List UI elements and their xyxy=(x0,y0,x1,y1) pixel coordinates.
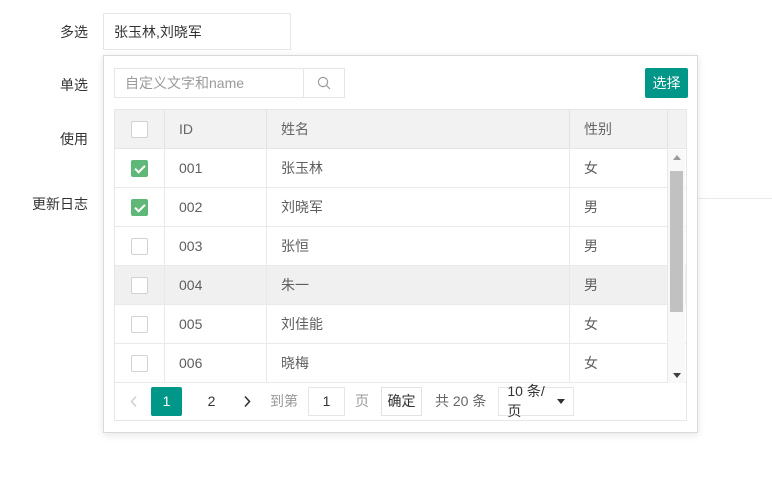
select-all-checkbox[interactable] xyxy=(131,121,148,138)
cell-gender: 男 xyxy=(570,188,668,226)
cell-name: 刘佳能 xyxy=(267,305,570,343)
cell-gender: 男 xyxy=(570,227,668,265)
cell-name: 张玉林 xyxy=(267,149,570,187)
cell-name: 朱一 xyxy=(267,266,570,304)
scrollbar-thumb[interactable] xyxy=(670,171,683,312)
row-checkbox[interactable] xyxy=(131,355,148,372)
table-select-dropdown-panel: 选择 ID 姓名 性别 001 张玉林 女 002 刘晓军 男 xyxy=(103,55,698,433)
cell-gender: 男 xyxy=(570,266,668,304)
cell-id: 002 xyxy=(165,188,267,226)
cell-name: 晓梅 xyxy=(267,344,570,382)
dropdown-arrow-icon xyxy=(557,399,565,404)
cell-id: 004 xyxy=(165,266,267,304)
search-button[interactable] xyxy=(303,68,345,98)
search-icon xyxy=(316,75,333,92)
page-prev-button[interactable] xyxy=(128,394,139,409)
data-table: ID 姓名 性别 001 张玉林 女 002 刘晓军 男 003 xyxy=(114,109,687,421)
search-input[interactable] xyxy=(114,68,304,98)
cell-gender: 女 xyxy=(570,344,668,382)
row-checkbox[interactable] xyxy=(131,316,148,333)
total-count-label: 共 20 条 xyxy=(435,391,486,411)
goto-page-label: 到第 xyxy=(270,391,298,411)
pagination-bar: 1 2 到第 页 确定 共 20 条 10 条/页 xyxy=(115,383,686,419)
row-checkbox[interactable] xyxy=(131,160,148,177)
table-body: 001 张玉林 女 002 刘晓军 男 003 张恒 男 004 xyxy=(115,149,686,383)
cell-gender: 女 xyxy=(570,305,668,343)
page-number-1[interactable]: 1 xyxy=(151,387,182,416)
scrollbar-up-icon[interactable] xyxy=(668,150,685,165)
vertical-scrollbar[interactable] xyxy=(668,150,685,383)
select-button[interactable]: 选择 xyxy=(645,68,688,98)
chevron-left-icon xyxy=(128,394,139,409)
table-header-checkbox-cell xyxy=(115,110,165,148)
table-header-name: 姓名 xyxy=(267,110,570,148)
table-row[interactable]: 005 刘佳能 女 xyxy=(115,305,686,344)
cell-id: 001 xyxy=(165,149,267,187)
table-header-gender: 性别 xyxy=(570,110,668,148)
cell-gender: 女 xyxy=(570,149,668,187)
chevron-right-icon xyxy=(242,394,253,409)
table-row[interactable]: 002 刘晓军 男 xyxy=(115,188,686,227)
cell-name: 刘晓军 xyxy=(267,188,570,226)
cell-id: 005 xyxy=(165,305,267,343)
table-header-row: ID 姓名 性别 xyxy=(115,110,686,149)
form-label-usage: 使用 xyxy=(0,131,88,147)
table-row[interactable]: 001 张玉林 女 xyxy=(115,149,686,188)
row-checkbox[interactable] xyxy=(131,238,148,255)
row-checkbox[interactable] xyxy=(131,199,148,216)
goto-page-unit-label: 页 xyxy=(355,391,369,411)
table-header-scrollbar-filler xyxy=(668,110,685,148)
cell-id: 003 xyxy=(165,227,267,265)
table-row[interactable]: 003 张恒 男 xyxy=(115,227,686,266)
form-label-multiselect: 多选 xyxy=(0,24,88,40)
page-size-value: 10 条/页 xyxy=(507,381,557,421)
table-header-id: ID xyxy=(165,110,267,148)
goto-confirm-button[interactable]: 确定 xyxy=(381,387,422,416)
table-row[interactable]: 006 晓梅 女 xyxy=(115,344,686,383)
page-size-select[interactable]: 10 条/页 xyxy=(498,387,574,416)
row-checkbox[interactable] xyxy=(131,277,148,294)
cell-name: 张恒 xyxy=(267,227,570,265)
table-row[interactable]: 004 朱一 男 xyxy=(115,266,686,305)
page-number-2[interactable]: 2 xyxy=(196,387,227,416)
cell-id: 006 xyxy=(165,344,267,382)
page-divider xyxy=(698,198,772,199)
scrollbar-down-icon[interactable] xyxy=(668,368,685,383)
page-next-button[interactable] xyxy=(242,394,253,409)
form-label-changelog: 更新日志 xyxy=(0,196,88,212)
goto-page-input[interactable] xyxy=(308,387,345,416)
multiselect-input[interactable] xyxy=(103,13,291,50)
form-label-singleselect: 单选 xyxy=(0,77,88,93)
